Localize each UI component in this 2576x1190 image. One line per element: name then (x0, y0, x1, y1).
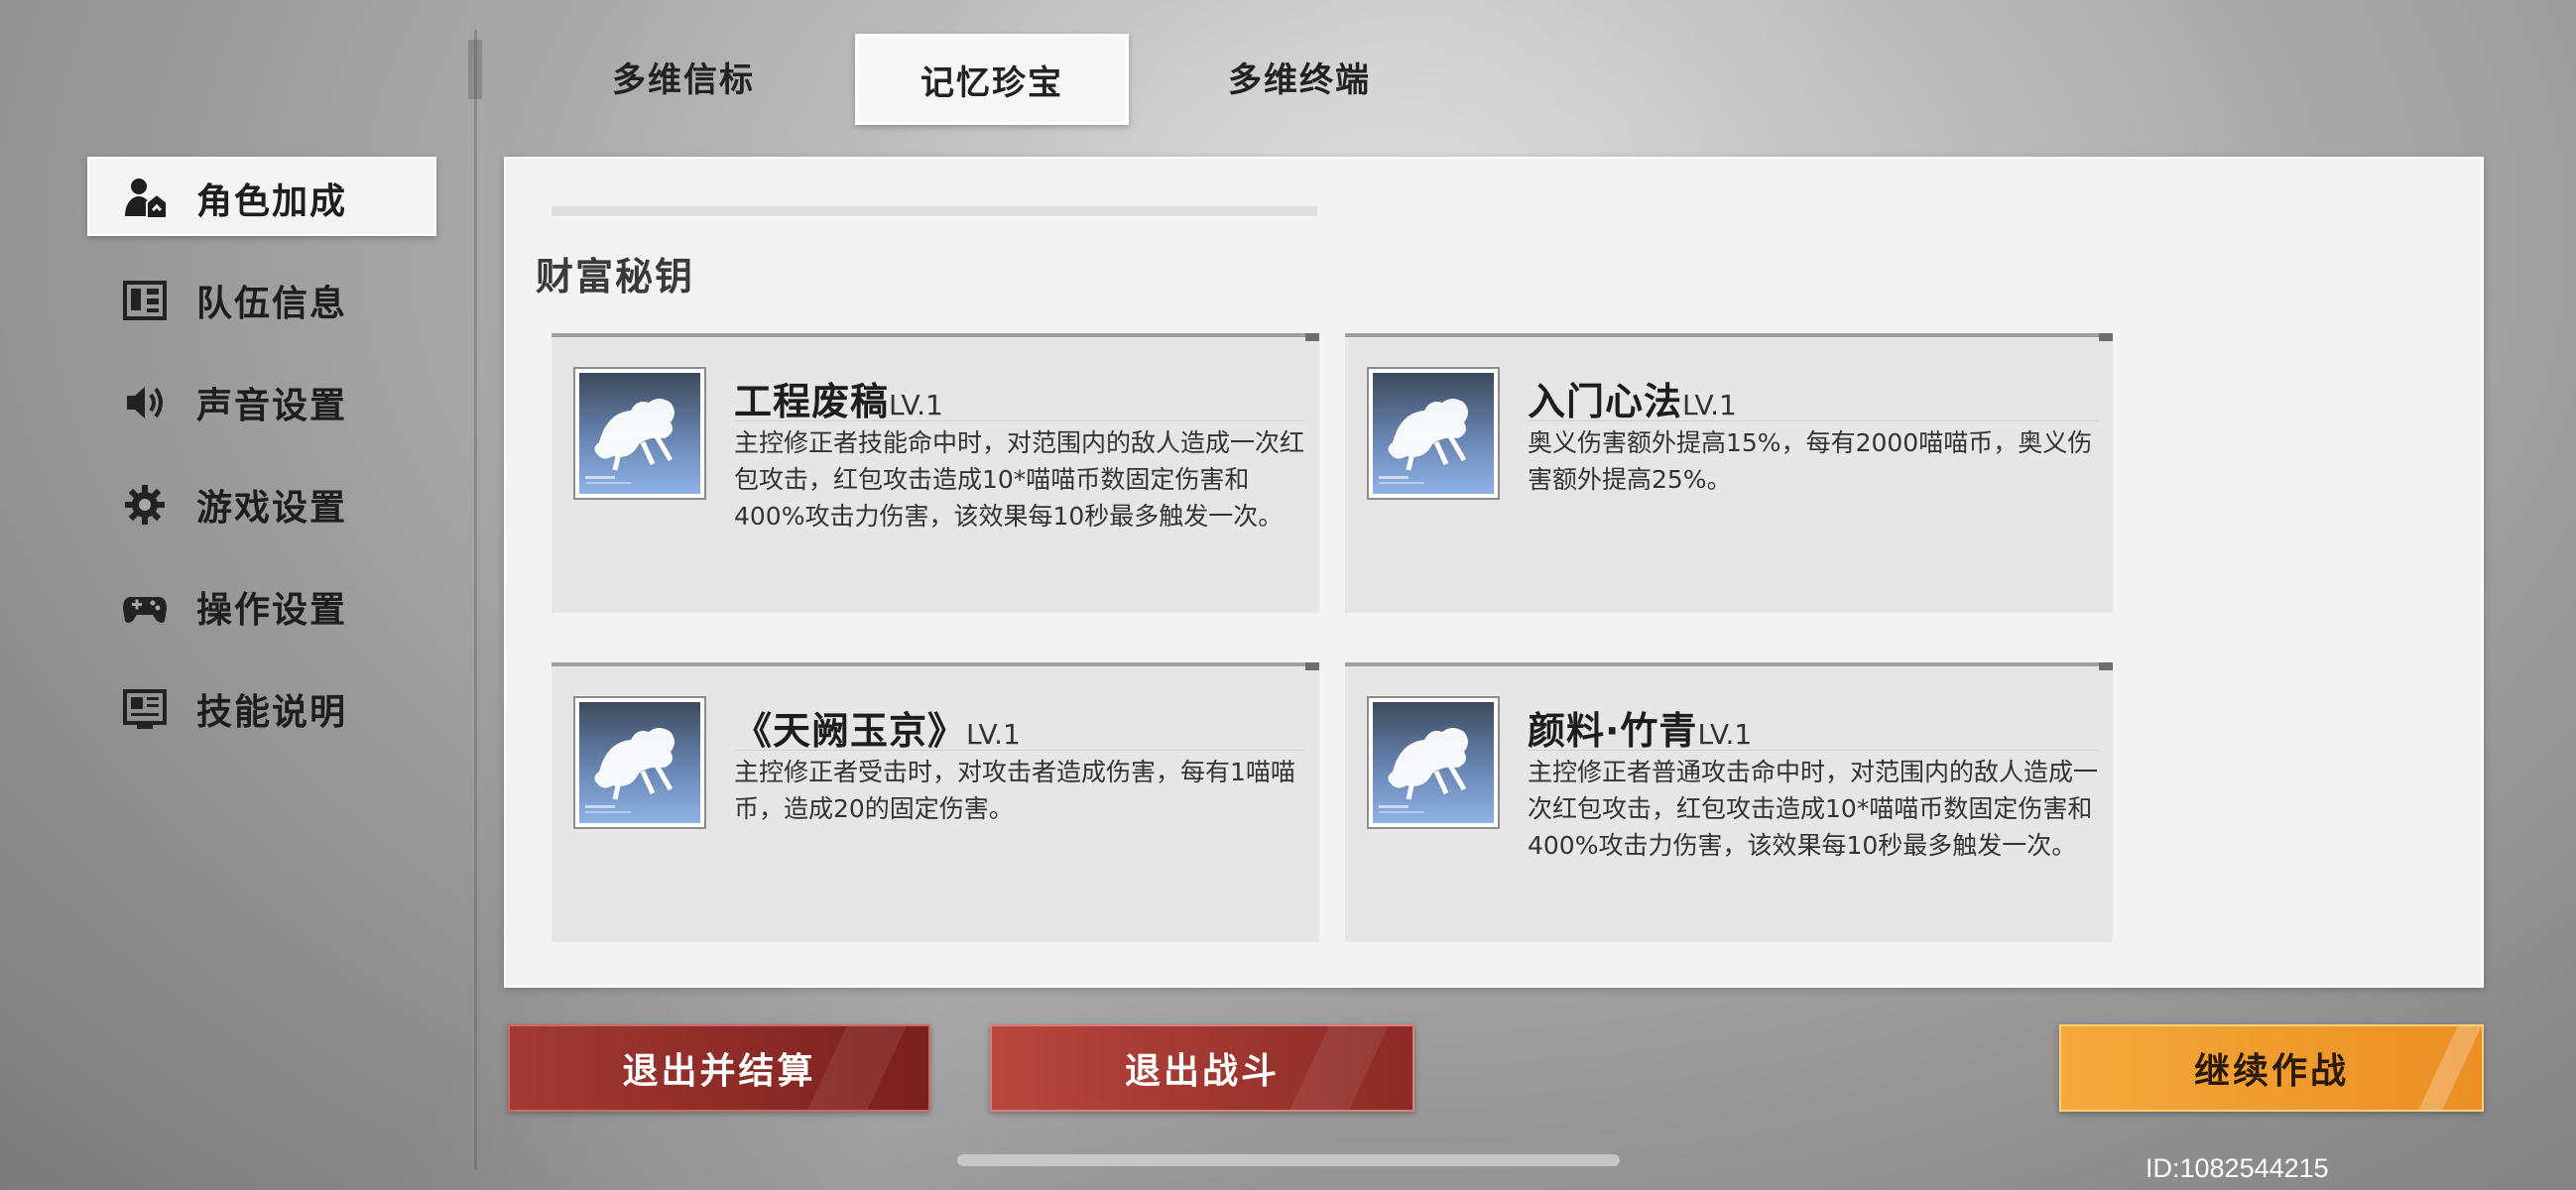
qilin-icon (573, 367, 706, 500)
card-description: 主控修正者普通攻击命中时，对范围内的敌人造成一次红包攻击，红包攻击造成10*喵喵… (1528, 758, 2099, 860)
skill-info-icon (123, 687, 167, 731)
sidebar-item-label: 角色加成 (196, 181, 348, 222)
gamepad-icon (123, 585, 167, 629)
card-name: 工程废稿 (734, 380, 890, 423)
card-name: 颜料·竹青 (1528, 709, 1698, 753)
button-label: 退出战斗 (1124, 1051, 1280, 1092)
divider-line (474, 30, 477, 1170)
qilin-icon (1367, 696, 1500, 829)
card-name: 《天阙玉京》 (734, 709, 967, 753)
tab-label: 多维终端 (1228, 60, 1371, 100)
treasure-card[interactable]: 颜料·竹青LV.1 主控修正者普通攻击命中时，对范围内的敌人造成一次红包攻击，红… (1345, 662, 2113, 942)
card-divider (734, 420, 1305, 421)
button-decoration (2418, 1026, 2482, 1110)
sidebar-item-sound-settings[interactable]: 声音设置 (87, 361, 436, 440)
treasure-card[interactable]: 工程废稿LV.1 主控修正者技能命中时，对范围内的敌人造成一次红包攻击，红包攻击… (552, 333, 1319, 613)
section-title: 财富秘钥 (536, 255, 695, 298)
button-label: 退出并结算 (622, 1051, 816, 1092)
sidebar-item-game-settings[interactable]: 游戏设置 (87, 463, 436, 542)
button-decoration (807, 1026, 907, 1110)
sidebar-item-label: 声音设置 (196, 386, 348, 426)
sidebar-item-label: 游戏设置 (196, 488, 348, 529)
card-divider (1528, 750, 2099, 751)
home-indicator[interactable] (957, 1154, 1620, 1166)
sidebar: 角色加成 队伍信息 声音设置 游戏设置 操作设置 技能说明 (87, 157, 436, 770)
card-corner-mark (1305, 333, 1319, 341)
card-corner-mark (2099, 333, 2113, 341)
gear-icon (123, 483, 167, 527)
treasure-card[interactable]: 《天阙玉京》LV.1 主控修正者受击时，对攻击者造成伤害，每有1喵喵币，造成20… (552, 662, 1319, 942)
team-info-icon (123, 279, 167, 322)
tab-memory-treasure[interactable]: 记忆珍宝 (855, 34, 1129, 125)
qilin-icon (573, 696, 706, 829)
exit-and-settle-button[interactable]: 退出并结算 (508, 1024, 930, 1112)
card-corner-mark (2099, 662, 2113, 670)
sidebar-item-character-bonus[interactable]: 角色加成 (87, 157, 436, 236)
qilin-icon (1367, 367, 1500, 500)
card-title: 入门心法LV.1 (1528, 371, 1737, 425)
sidebar-item-control-settings[interactable]: 操作设置 (87, 565, 436, 645)
tab-beacon[interactable]: 多维信标 (559, 34, 807, 119)
card-title: 工程废稿LV.1 (734, 371, 943, 425)
card-top-bar (1345, 333, 2113, 337)
card-corner-mark (1305, 662, 1319, 670)
exit-battle-button[interactable]: 退出战斗 (990, 1024, 1414, 1112)
continue-battle-button[interactable]: 继续作战 (2059, 1024, 2484, 1112)
card-divider (734, 750, 1305, 751)
card-name: 入门心法 (1528, 380, 1683, 423)
card-top-bar (552, 662, 1319, 666)
tab-label: 记忆珍宝 (920, 62, 1063, 103)
card-level: LV.1 (889, 389, 943, 421)
treasure-card[interactable]: 入门心法LV.1 奥义伤害额外提高15%，每有2000喵喵币，奥义伤害额外提高2… (1345, 333, 2113, 613)
scroll-progress-track (552, 206, 1317, 216)
sidebar-item-label: 技能说明 (196, 692, 348, 733)
sidebar-item-label: 队伍信息 (196, 284, 348, 324)
card-divider (1528, 420, 2099, 421)
card-level: LV.1 (1697, 718, 1753, 751)
divider-tick (468, 40, 482, 99)
card-description: 奥义伤害额外提高15%，每有2000喵喵币，奥义伤害额外提高25%。 (1528, 428, 2093, 494)
sidebar-item-team-info[interactable]: 队伍信息 (87, 259, 436, 338)
speaker-icon (123, 381, 167, 424)
card-top-bar (1345, 662, 2113, 666)
tab-terminal[interactable]: 多维终端 (1170, 34, 1428, 119)
player-id: ID:1082544215 (2146, 1153, 2329, 1183)
character-bonus-icon (123, 177, 167, 220)
card-top-bar (552, 333, 1319, 337)
button-label: 继续作战 (2193, 1051, 2349, 1092)
card-title: 《天阙玉京》LV.1 (734, 700, 1021, 755)
main-panel: 财富秘钥 工程废稿LV.1 主控修正者技能命中时，对范围内的敌人造成一次红包攻击… (504, 157, 2484, 988)
card-level: LV.1 (1682, 389, 1737, 421)
card-level: LV.1 (966, 718, 1021, 751)
sidebar-item-skill-info[interactable]: 技能说明 (87, 667, 436, 747)
card-description: 主控修正者技能命中时，对范围内的敌人造成一次红包攻击，红包攻击造成10*喵喵币数… (734, 428, 1305, 531)
tab-label: 多维信标 (612, 60, 755, 100)
button-decoration (1289, 1026, 1389, 1110)
card-title: 颜料·竹青LV.1 (1528, 700, 1752, 755)
sidebar-item-label: 操作设置 (196, 590, 348, 631)
card-description: 主控修正者受击时，对攻击者造成伤害，每有1喵喵币，造成20的固定伤害。 (734, 758, 1295, 823)
